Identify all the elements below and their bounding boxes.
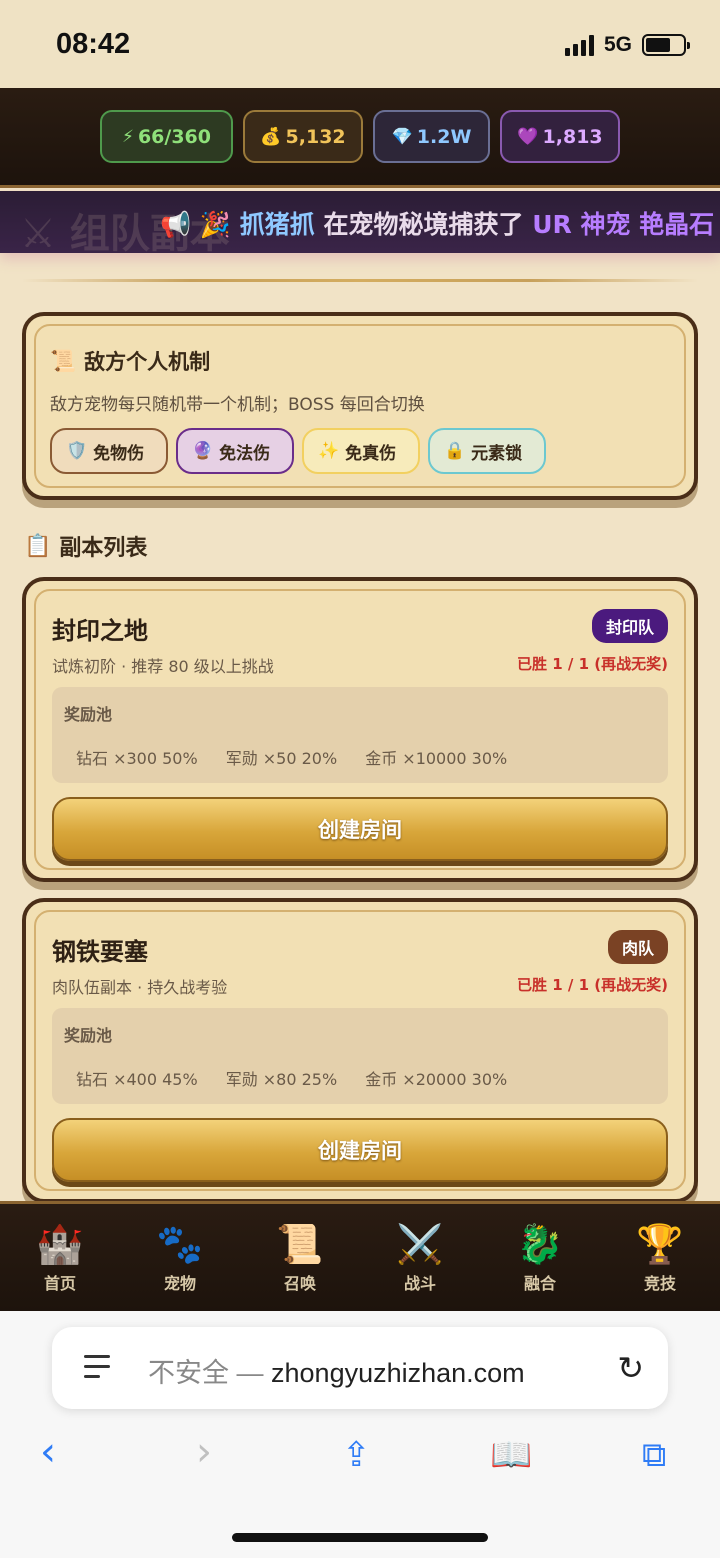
heart-value: 1,813 xyxy=(542,125,603,148)
diamond-value: 1.2W xyxy=(416,125,472,148)
dungeon-card: 封印之地 封印队 试炼初阶 · 推荐 80 级以上挑战 已胜 1 / 1 (再战… xyxy=(22,577,698,882)
reward-pool-label: 奖励池 xyxy=(64,705,113,724)
lock-icon: 🔒 xyxy=(444,441,466,461)
create-room-button[interactable]: 创建房间 xyxy=(52,1118,668,1182)
shield-icon: 🛡️ xyxy=(66,441,88,461)
back-icon[interactable]: ‹ xyxy=(40,1429,56,1475)
team-badge: 封印队 xyxy=(591,609,668,643)
home-indicator xyxy=(232,1533,488,1542)
nav-battle[interactable]: ⚔️ 战斗 xyxy=(365,1222,475,1294)
url-text[interactable]: 不安全 — zhongyuzhizhan.com xyxy=(148,1351,525,1390)
status-time: 08:42 xyxy=(56,28,131,60)
crystal-ball-icon: 🔮 xyxy=(192,441,214,461)
dungeon-subtitle: 肉队伍副本 · 持久战考验 xyxy=(52,978,228,997)
ticker-message: 📢 🎉 抓猪抓 在宠物秘境捕获了 UR 神宠 艳晶石 xyxy=(160,205,714,241)
dragon-icon: 🐉 xyxy=(516,1221,564,1266)
bookmarks-icon[interactable]: 📖 xyxy=(490,1435,532,1475)
dungeon-name: 封印之地 xyxy=(52,617,148,645)
dungeon-name: 钢铁要塞 xyxy=(52,938,148,966)
browser-toolbar: ‹ › ⇪ 📖 ⧉ xyxy=(0,1421,720,1491)
heart-chip[interactable]: 💜 1,813 xyxy=(500,110,620,163)
paw-icon: 🐾 xyxy=(156,1221,204,1266)
reward-item: 金币 ×20000 30% xyxy=(365,1070,508,1089)
trophy-icon: 🏆 xyxy=(636,1221,684,1266)
reward-item: 金币 ×10000 30% xyxy=(365,749,508,768)
money-bag-icon: 💰 xyxy=(260,126,282,147)
reward-pool: 奖励池 钻石 ×400 45% 军勋 ×80 25% 金币 ×20000 30% xyxy=(52,1008,668,1104)
battery-icon xyxy=(642,34,690,56)
nav-home[interactable]: 🏰 首页 xyxy=(5,1222,115,1294)
clipboard-icon: 📋 xyxy=(24,533,52,559)
status-right: 5G xyxy=(564,33,690,57)
scroll-icon: 📜 xyxy=(50,348,77,373)
enemy-mechanics-panel: 📜 敌方个人机制 敌方宠物每只随机带一个机制；BOSS 每回合切换 🛡️ 免物伤 … xyxy=(22,312,698,500)
reward-pool-label: 奖励池 xyxy=(64,1026,113,1045)
energy-value: 66/360 xyxy=(137,125,211,148)
diamond-chip[interactable]: 💎 1.2W xyxy=(373,110,490,163)
nav-fusion[interactable]: 🐉 融合 xyxy=(485,1222,595,1294)
heart-icon: 💜 xyxy=(517,126,539,147)
win-status: 已胜 1 / 1 (再战无奖) xyxy=(517,655,668,673)
dungeon-subtitle: 试炼初阶 · 推荐 80 级以上挑战 xyxy=(52,657,274,676)
create-room-button[interactable]: 创建房间 xyxy=(52,797,668,861)
dungeon-list-title: 📋 副本列表 xyxy=(24,533,148,562)
signal-icon xyxy=(564,34,594,56)
forward-icon[interactable]: › xyxy=(196,1429,212,1475)
tag-magic-immune[interactable]: 🔮 免法伤 xyxy=(176,428,294,474)
team-badge: 肉队 xyxy=(607,930,668,964)
ticker-tail: 艳晶石 xyxy=(639,210,715,239)
dungeon-card: 钢铁要塞 肉队 肉队伍副本 · 持久战考验 已胜 1 / 1 (再战无奖) 奖励… xyxy=(22,898,698,1203)
mechanics-title: 📜 敌方个人机制 xyxy=(50,348,211,375)
gold-chip[interactable]: 💰 5,132 xyxy=(243,110,363,163)
party-icon: 🎉 xyxy=(199,210,231,239)
bottom-nav: 🏰 首页 🐾 宠物 📜 召唤 ⚔️ 战斗 🐉 融合 🏆 竞技 xyxy=(0,1201,720,1311)
divider xyxy=(22,279,698,282)
ticker-rarity: UR 神宠 xyxy=(532,210,631,239)
crossed-swords-icon: ⚔️ xyxy=(396,1221,444,1266)
ticker-player: 抓猪抓 xyxy=(239,210,315,239)
tag-physical-immune[interactable]: 🛡️ 免物伤 xyxy=(50,428,168,474)
announcement-ticker: ⚔ 组队副本 📢 🎉 抓猪抓 在宠物秘境捕获了 UR 神宠 艳晶石 xyxy=(0,191,720,253)
address-bar[interactable]: 不安全 — zhongyuzhizhan.com ↻ xyxy=(52,1327,668,1409)
reward-item: 军勋 ×80 25% xyxy=(225,1070,338,1089)
nav-summon[interactable]: 📜 召唤 xyxy=(245,1222,355,1294)
mechanics-tags: 🛡️ 免物伤 🔮 免法伤 ✨ 免真伤 🔒 元素锁 xyxy=(50,428,546,474)
ticker-text: 在宠物秘境捕获了 xyxy=(323,210,524,239)
domain-text: zhongyuzhizhan.com xyxy=(271,1358,525,1388)
nav-pets[interactable]: 🐾 宠物 xyxy=(125,1222,235,1294)
scroll-icon: 📜 xyxy=(276,1221,324,1266)
tag-true-immune[interactable]: ✨ 免真伤 xyxy=(302,428,420,474)
status-bar: 08:42 5G xyxy=(0,0,720,88)
mechanics-description: 敌方宠物每只随机带一个机制；BOSS 每回合切换 xyxy=(50,395,425,415)
lightning-icon: ⚡ xyxy=(122,126,134,147)
energy-chip[interactable]: ⚡ 66/360 xyxy=(100,110,233,163)
reward-pool: 奖励池 钻石 ×300 50% 军勋 ×50 20% 金币 ×10000 30% xyxy=(52,687,668,783)
reload-icon[interactable]: ↻ xyxy=(617,1349,644,1387)
sparkle-icon: ✨ xyxy=(318,441,340,461)
castle-icon: 🏰 xyxy=(36,1221,84,1266)
browser-chrome: 不安全 — zhongyuzhizhan.com ↻ ‹ › ⇪ 📖 ⧉ xyxy=(0,1311,720,1558)
insecure-label: 不安全 — xyxy=(148,1358,272,1388)
reward-item: 钻石 ×300 50% xyxy=(76,749,198,768)
reward-item: 钻石 ×400 45% xyxy=(76,1070,198,1089)
win-status: 已胜 1 / 1 (再战无奖) xyxy=(517,976,668,994)
nav-arena[interactable]: 🏆 竞技 xyxy=(605,1222,715,1294)
diamond-icon: 💎 xyxy=(391,126,413,147)
gold-value: 5,132 xyxy=(285,125,346,148)
tag-element-lock[interactable]: 🔒 元素锁 xyxy=(428,428,546,474)
megaphone-icon: 📢 xyxy=(160,210,192,239)
reward-item: 军勋 ×50 20% xyxy=(225,749,338,768)
page-menu-icon[interactable] xyxy=(84,1355,110,1385)
tabs-icon[interactable]: ⧉ xyxy=(642,1435,666,1475)
share-icon[interactable]: ⇪ xyxy=(342,1435,371,1475)
network-label: 5G xyxy=(603,33,632,56)
resource-bar: ⚡ 66/360 💰 5,132 💎 1.2W 💜 1,813 xyxy=(0,88,720,188)
